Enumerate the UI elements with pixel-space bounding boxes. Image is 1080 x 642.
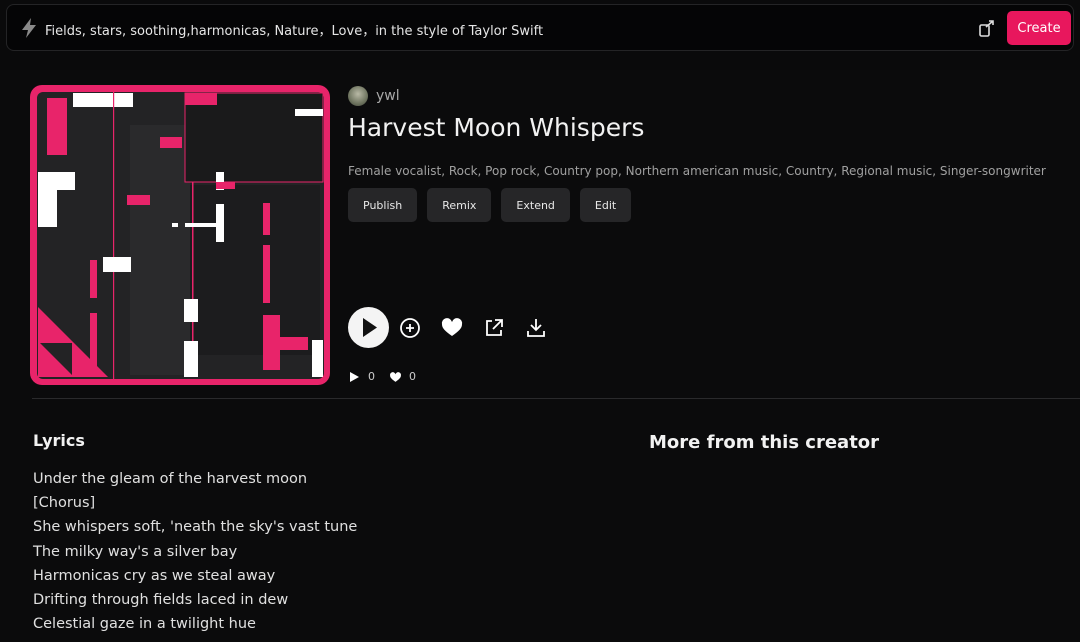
lyric-line: Under the gleam of the harvest moon [33, 471, 308, 487]
add-to-playlist-icon[interactable] [398, 316, 422, 340]
prompt-text[interactable]: Fields, stars, soothing,harmonicas, Natu… [45, 20, 543, 39]
like-count-icon [390, 371, 402, 382]
song-title: Harvest Moon Whispers [348, 113, 645, 142]
lyric-line: [Chorus] [33, 495, 96, 512]
more-from-creator-heading: More from this creator [649, 432, 880, 453]
cover-art [30, 85, 330, 385]
play-count-icon [350, 371, 359, 382]
remix-button[interactable]: Remix [427, 188, 492, 222]
play-button[interactable] [348, 307, 389, 348]
share-icon[interactable] [977, 18, 997, 38]
create-button[interactable]: Create [1007, 11, 1071, 45]
song-tags: Female vocalist, Rock, Pop rock, Country… [348, 164, 1046, 178]
lyric-line: The milky way's a silver bay [33, 543, 238, 560]
lyric-line: She whispers soft, 'neath the sky's vast… [33, 519, 358, 536]
lyric-line: Celestial gaze in a twilight hue [33, 616, 256, 633]
song-stats: 0 0 [348, 370, 416, 383]
action-buttons: Publish Remix Extend Edit [348, 188, 632, 222]
creator-name[interactable]: ywl [376, 88, 400, 104]
lyric-line: Harmonicas cry as we steal away [33, 567, 276, 584]
extend-button[interactable]: Extend [501, 188, 570, 222]
lyrics-heading: Lyrics [33, 431, 85, 450]
share-link-icon[interactable] [482, 316, 506, 340]
play-count: 0 [368, 370, 375, 383]
like-count: 0 [409, 370, 416, 383]
creator-avatar[interactable] [348, 86, 368, 106]
lyric-line: Drifting through fields laced in dew [33, 592, 289, 609]
like-icon[interactable] [440, 316, 464, 340]
publish-button[interactable]: Publish [348, 188, 418, 222]
lyrics-text: Under the gleam of the harvest moon [Cho… [33, 467, 357, 636]
play-icon [363, 318, 377, 337]
prompt-bar[interactable]: Fields, stars, soothing,harmonicas, Natu… [6, 4, 1074, 51]
edit-button[interactable]: Edit [579, 188, 632, 222]
divider [32, 398, 1080, 399]
bolt-icon [22, 18, 36, 38]
download-icon[interactable] [524, 316, 548, 340]
